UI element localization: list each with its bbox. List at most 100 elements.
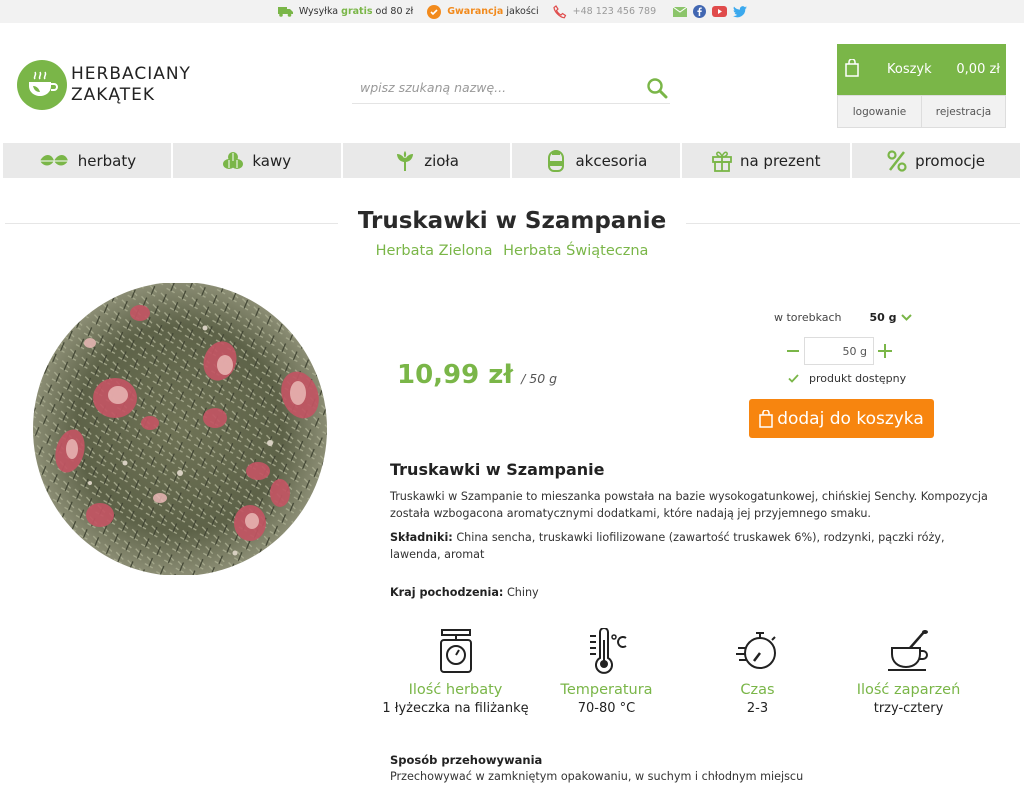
nav-item-akcesoria[interactable]: akcesoria — [512, 143, 681, 178]
add-to-cart-label: dodaj do koszyka — [777, 408, 924, 429]
brew-time: Czas 2-3 — [682, 626, 833, 716]
cart-button[interactable]: Koszyk 0,00 zł — [837, 44, 1006, 95]
teacup-icon — [833, 626, 984, 676]
main-nav: herbaty kawy zioła akcesoria na prezent … — [3, 143, 1020, 178]
herb-icon — [397, 150, 414, 171]
check-badge-icon — [427, 4, 442, 19]
ingredients: Składniki: China sencha, truskawki liofi… — [390, 529, 990, 563]
shopping-bag-icon — [759, 409, 773, 428]
title-divider-left — [5, 223, 338, 224]
brew-label: Temperatura — [560, 682, 653, 698]
percent-icon — [887, 149, 907, 172]
description-text: Truskawki w Szampanie to mieszanka powst… — [390, 490, 988, 520]
nav-label-ziola: zioła — [424, 151, 459, 170]
auth-links: logowanie rejestracja — [837, 95, 1006, 128]
shipping-info: Wysyłka gratis od 80 zł — [277, 6, 414, 17]
storage-title: Sposób przehowywania — [390, 753, 543, 767]
chevron-down-icon — [900, 313, 912, 321]
ingredients-text: China sencha, truskawki liofilizowane (z… — [390, 531, 945, 561]
brew-infusions: Ilość zaparzeń trzy-cztery — [833, 626, 984, 716]
shopping-bag-icon — [845, 57, 859, 81]
quantity-stepper: 50 g — [786, 337, 892, 365]
twitter-icon[interactable] — [733, 5, 748, 18]
teacup-logo-icon — [17, 60, 67, 110]
nav-item-promocje[interactable]: promocje — [852, 143, 1020, 178]
nav-label-herbaty: herbaty — [77, 151, 137, 170]
nav-item-na-prezent[interactable]: na prezent — [682, 143, 851, 178]
guarantee-highlight: Gwarancja — [447, 6, 504, 17]
origin-value: Chiny — [506, 586, 539, 599]
product-description: Truskawki w Szampanie Truskawki w Szampa… — [390, 460, 990, 601]
shipping-highlight: gratis — [341, 6, 373, 17]
brew-label: Ilość herbaty — [408, 682, 503, 698]
nav-item-herbaty[interactable]: herbaty — [3, 143, 171, 178]
stopwatch-icon — [682, 626, 833, 676]
truck-icon — [277, 7, 293, 17]
brew-value: 1 łyżeczka na filiżankę — [382, 701, 529, 716]
logo-line2: ZAKĄTEK — [71, 85, 156, 105]
product-categories: Herbata Zielona Herbata Świąteczna — [340, 243, 684, 259]
search-input[interactable] — [352, 79, 632, 95]
search-bar — [352, 71, 670, 104]
category-link[interactable]: Herbata Zielona — [376, 243, 493, 259]
ingredients-label: Składniki: — [390, 531, 453, 544]
register-button[interactable]: rejestracja — [922, 95, 1006, 128]
add-to-cart-button[interactable]: dodaj do koszyka — [749, 399, 934, 438]
brew-label: Ilość zaparzeń — [856, 682, 961, 698]
brew-value: 2-3 — [746, 701, 769, 716]
nav-label-na-prezent: na prezent — [739, 151, 821, 170]
price-value: 10,99 zł — [397, 360, 514, 390]
quantity-input[interactable]: 50 g — [804, 337, 874, 365]
product-title: Truskawki w Szampanie — [357, 208, 667, 234]
check-icon — [788, 374, 799, 383]
brew-label: Czas — [740, 682, 775, 698]
storage-info: Sposób przehowywania Przechowywać w zamk… — [390, 753, 990, 783]
shipping-suffix: od 80 zł — [375, 6, 414, 17]
thermometer-icon — [531, 626, 682, 676]
brew-value: 70-80 °C — [577, 701, 636, 716]
availability-text: produkt dostępny — [809, 372, 907, 385]
category-link[interactable]: Herbata Świąteczna — [503, 243, 648, 259]
minus-icon[interactable] — [786, 337, 800, 365]
brewing-info: Ilość herbaty 1 łyżeczka na filiżankę Te… — [380, 626, 1020, 716]
brew-amount: Ilość herbaty 1 łyżeczka na filiżankę — [380, 626, 531, 716]
gift-icon — [712, 150, 732, 172]
coffee-beans-icon — [223, 151, 244, 169]
shipping-prefix: Wysyłka — [298, 6, 339, 17]
storage-text: Przechowywać w zamkniętym opakowaniu, w … — [390, 770, 804, 783]
logo-line1: HERBACIANY — [71, 64, 191, 84]
brew-value: trzy-cztery — [873, 701, 944, 716]
phone-icon — [553, 4, 566, 18]
origin: Kraj pochodzenia: Chiny — [390, 584, 990, 601]
variant-label: w torebkach — [774, 311, 842, 324]
variant-value: 50 g — [869, 311, 897, 324]
logo-text: HERBACIANY ZAKĄTEK — [71, 64, 191, 106]
nav-item-kawy[interactable]: kawy — [172, 143, 341, 178]
mail-icon[interactable] — [673, 6, 688, 17]
guarantee-suffix: jakości — [506, 6, 539, 17]
nav-label-kawy: kawy — [252, 151, 292, 170]
youtube-icon[interactable] — [712, 6, 728, 17]
brew-temperature: Temperatura 70-80 °C — [531, 626, 682, 716]
description-title: Truskawki w Szampanie — [390, 460, 605, 479]
availability-status: produkt dostępny — [788, 372, 906, 385]
nav-label-promocje: promocje — [915, 151, 986, 170]
nav-item-ziola[interactable]: zioła — [342, 143, 511, 178]
scale-icon — [380, 626, 531, 676]
cart-label: Koszyk — [887, 62, 932, 77]
phone-info[interactable]: +48 123 456 789 — [553, 4, 657, 19]
jar-icon — [548, 149, 565, 172]
price-block: 10,99 zł / 50 g — [397, 360, 557, 390]
plus-icon[interactable] — [878, 337, 892, 365]
tea-leaves-icon — [39, 154, 68, 165]
phone-number: +48 123 456 789 — [572, 6, 657, 17]
login-button[interactable]: logowanie — [837, 95, 922, 128]
social-links — [673, 5, 753, 18]
price-unit: / 50 g — [521, 371, 558, 386]
nav-label-akcesoria: akcesoria — [575, 151, 648, 170]
variant-select[interactable]: w torebkach 50 g — [774, 311, 912, 324]
product-image — [30, 282, 330, 576]
search-icon[interactable] — [646, 77, 668, 103]
site-logo[interactable]: HERBACIANY ZAKĄTEK — [17, 60, 191, 110]
facebook-icon[interactable] — [693, 5, 707, 18]
